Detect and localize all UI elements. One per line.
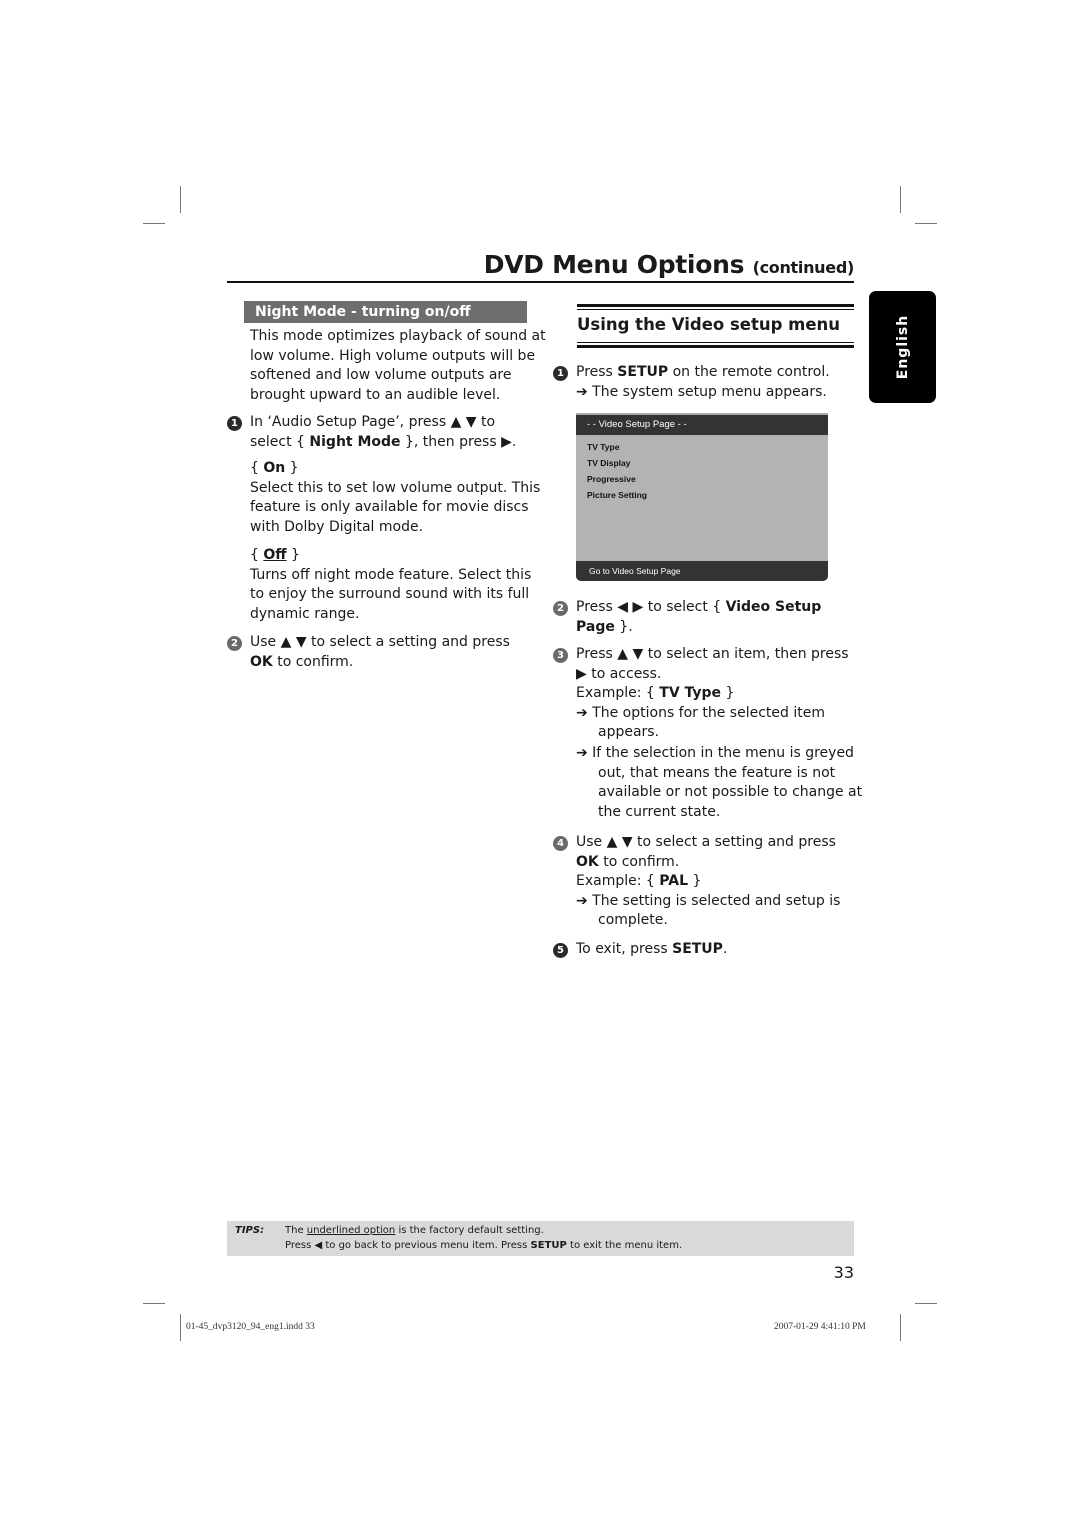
tips-label: TIPS:: [235, 1225, 265, 1236]
text-line: ▶ to access.: [576, 665, 662, 682]
text-line: Example: { TV Type }: [576, 685, 735, 702]
text-line: Page }.: [576, 618, 633, 635]
text-line: Press ◀ ▶ to select { Video Setup: [576, 599, 822, 615]
text-line: Press SETUP on the remote control.: [576, 364, 830, 380]
video-step-5: To exit, press SETUP.: [576, 940, 727, 960]
language-tab-label: English: [894, 314, 911, 380]
title-rule: [227, 281, 854, 283]
crop-mark: [180, 186, 181, 213]
crop-mark: [143, 223, 165, 224]
tips-box: TIPS: The underlined option is the facto…: [227, 1221, 854, 1256]
text-line: In ‘Audio Setup Page’, press ▲ ▼ to: [250, 414, 496, 430]
step-number-2: 2: [227, 636, 242, 651]
heading-rule: [577, 304, 854, 307]
menu-item-progressive: Progressive: [587, 474, 636, 484]
heading-rule: [577, 345, 854, 348]
section-heading-night-mode: Night Mode - turning on/off: [244, 301, 527, 323]
text-line: OK to confirm.: [576, 853, 680, 870]
text-line: To exit, press SETUP.: [576, 941, 728, 957]
result-line: ➔ If the selection in the menu is greyed: [576, 744, 854, 761]
heading-rule: [577, 309, 854, 310]
result-line: ➔ The options for the selected item: [576, 704, 825, 721]
text-line: Press ▲ ▼ to select an item, then press: [576, 646, 849, 662]
result-line: available or not possible to change at: [598, 784, 863, 801]
night-mode-step-1: In ‘Audio Setup Page’, press ▲ ▼ to sele…: [250, 413, 516, 452]
text-line: brought upward to an audible level.: [250, 386, 501, 403]
result-line: the current state.: [598, 803, 721, 820]
video-step-3: Press ▲ ▼ to select an item, then press …: [576, 645, 862, 822]
text-line: Example: { PAL }: [576, 873, 702, 890]
menu-item-picture-setting: Picture Setting: [587, 490, 647, 500]
crop-mark: [180, 1314, 181, 1341]
section-heading-video-setup: Using the Video setup menu: [577, 315, 841, 334]
step-number-3: 3: [553, 648, 568, 663]
text-line: dynamic range.: [250, 605, 360, 622]
crop-mark: [900, 1314, 901, 1341]
crop-mark: [915, 1303, 937, 1304]
menu-footer: Go to Video Setup Page: [576, 561, 828, 581]
slug-timestamp: 2007-01-29 4:41:10 PM: [774, 1322, 866, 1332]
step-number-4: 4: [553, 836, 568, 851]
step-number-1: 1: [553, 366, 568, 381]
crop-mark: [143, 1303, 165, 1304]
page-title-text: DVD Menu Options: [483, 250, 745, 279]
result-line: out, that means the feature is not: [598, 764, 836, 781]
option-off-label: { Off }: [250, 547, 300, 563]
option-off: { Off } Turns off night mode feature. Se…: [250, 546, 531, 624]
text-line: OK to confirm.: [250, 653, 354, 670]
option-on: { On } Select this to set low volume out…: [250, 459, 540, 537]
result-line: complete.: [598, 912, 668, 929]
menu-item-tv-display: TV Display: [587, 458, 631, 468]
video-step-1: Press SETUP on the remote control. ➔ The…: [576, 363, 830, 402]
step-number-1: 1: [227, 416, 242, 431]
heading-rule: [577, 342, 854, 343]
text-line: with Dolby Digital mode.: [250, 518, 424, 535]
tips-line-2: Press ◀ to go back to previous menu item…: [285, 1240, 683, 1251]
slug-filename: 01-45_dvp3120_94_eng1.indd 33: [186, 1322, 315, 1332]
text-line: Use ▲ ▼ to select a setting and press: [250, 634, 510, 650]
result-line: ➔ The setting is selected and setup is: [576, 892, 841, 909]
text-line: softened and low volume outputs are: [250, 367, 512, 384]
page-title-suffix: (continued): [752, 258, 855, 277]
menu-header: - - Video Setup Page - -: [576, 415, 828, 435]
crop-mark: [915, 223, 937, 224]
night-mode-step-2: Use ▲ ▼ to select a setting and press OK…: [250, 633, 510, 672]
tips-line-1: The underlined option is the factory def…: [285, 1225, 544, 1236]
result-line: ➔ The system setup menu appears.: [576, 383, 827, 400]
step-number-2: 2: [553, 601, 568, 616]
video-step-4: Use ▲ ▼ to select a setting and press OK…: [576, 833, 840, 931]
step-number-5: 5: [553, 943, 568, 958]
page-number: 33: [833, 1263, 854, 1282]
video-step-2: Press ◀ ▶ to select { Video Setup Page }…: [576, 598, 821, 637]
video-setup-menu-screenshot: - - Video Setup Page - - TV Type TV Disp…: [576, 415, 828, 581]
page-title: DVD Menu Options (continued): [227, 250, 855, 279]
language-tab: English: [869, 291, 936, 403]
text-line: Select this to set low volume output. Th…: [250, 479, 541, 496]
option-on-label: { On }: [250, 460, 299, 476]
text-line: select { Night Mode }, then press ▶.: [250, 433, 517, 450]
crop-mark: [900, 186, 901, 213]
text-line: Turns off night mode feature. Select thi…: [250, 566, 532, 583]
menu-item-tv-type: TV Type: [587, 442, 620, 452]
text-line: Use ▲ ▼ to select a setting and press: [576, 834, 836, 850]
text-line: to enjoy the surround sound with its ful…: [250, 586, 530, 603]
text-line: feature is only available for movie disc…: [250, 499, 529, 516]
text-line: low volume. High volume outputs will be: [250, 347, 536, 364]
text-line: This mode optimizes playback of sound at: [250, 328, 546, 344]
night-mode-intro: This mode optimizes playback of sound at…: [250, 327, 546, 405]
result-line: appears.: [598, 724, 660, 741]
